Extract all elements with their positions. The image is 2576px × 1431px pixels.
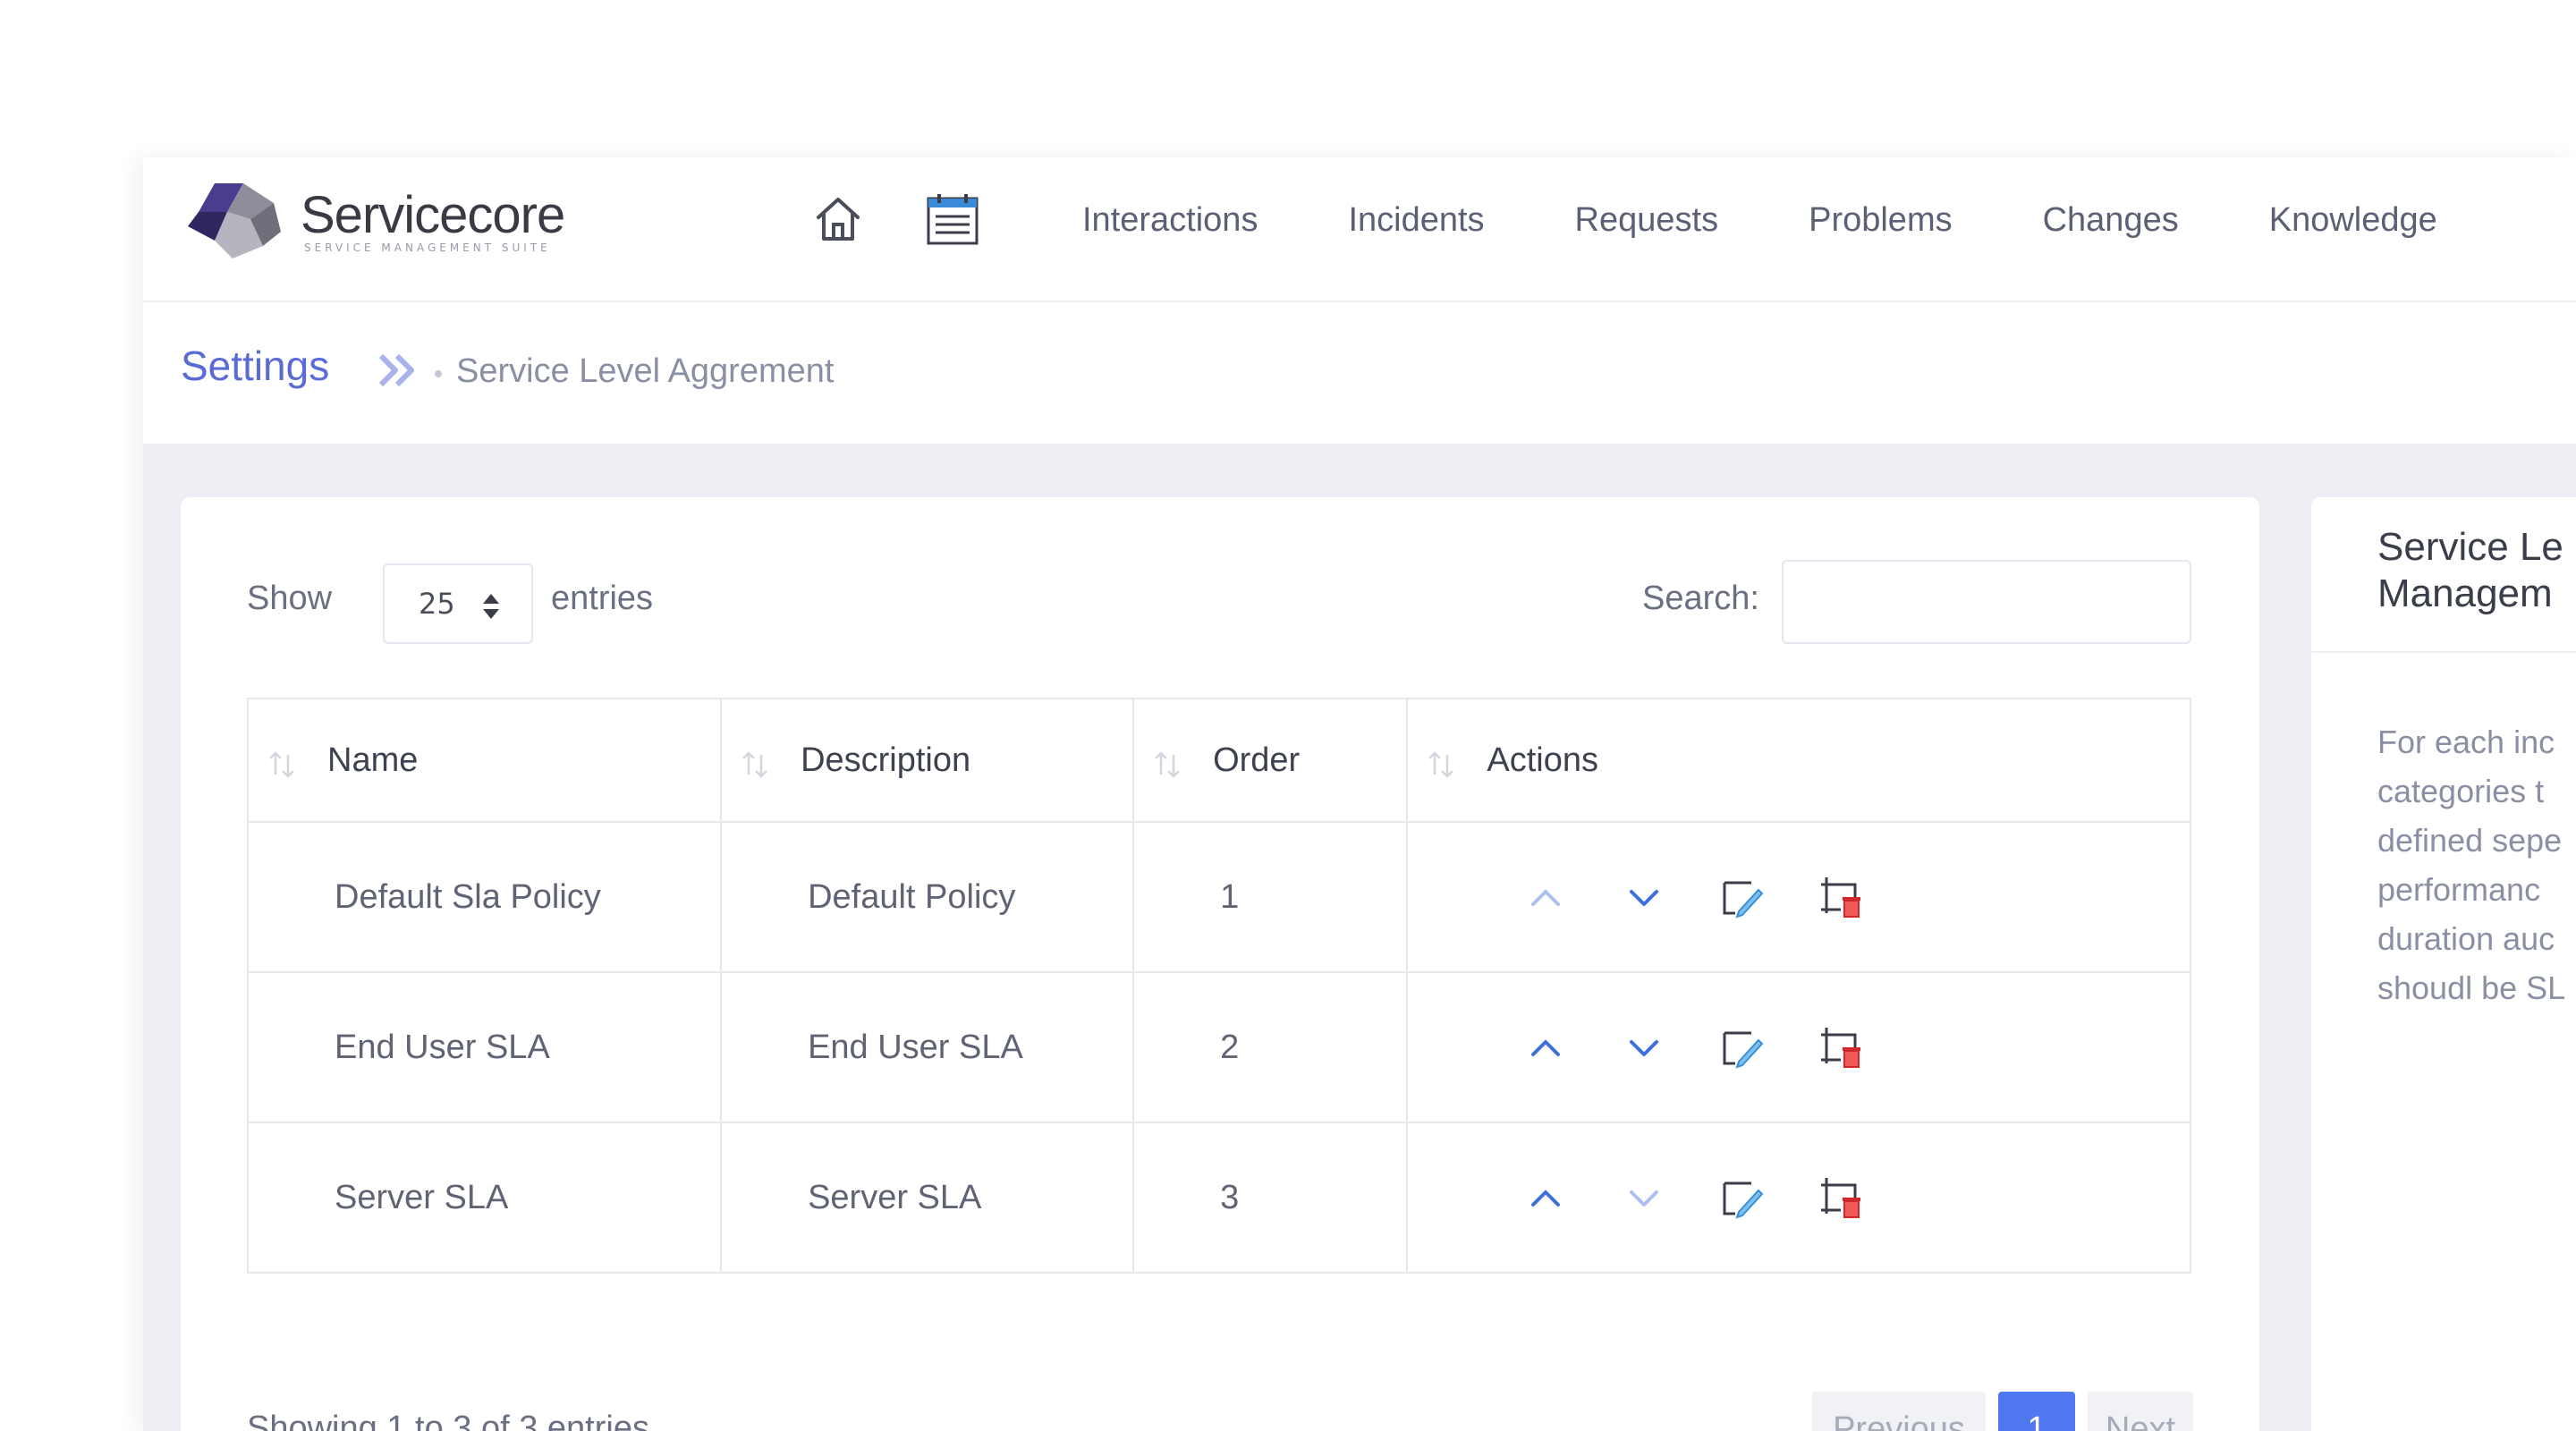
table-header-row: Name Description Order Actions	[246, 698, 2191, 823]
page-size-select[interactable]: 25	[383, 563, 533, 644]
table-row: End User SLA End User SLA 2	[246, 971, 2191, 1123]
sort-icon	[1428, 751, 1454, 778]
pagination: Previous 1 Next	[1812, 1392, 2193, 1431]
column-label: Name	[327, 741, 419, 779]
breadcrumb-settings-link[interactable]: Settings	[181, 342, 329, 390]
brand-logo[interactable]: Servicecore SERVICE MANAGEMENT SUITE	[188, 172, 565, 270]
delete-icon[interactable]	[1814, 1020, 1868, 1074]
column-label: Actions	[1487, 741, 1598, 779]
logo-icon	[188, 183, 281, 258]
column-label: Description	[801, 741, 971, 779]
cell-name: Default Sla Policy	[246, 821, 723, 973]
sort-icon	[742, 751, 767, 778]
page-1-button[interactable]: 1	[1998, 1392, 2075, 1431]
table-info: Showing 1 to 3 of 3 entries	[247, 1410, 649, 1431]
move-down-icon[interactable]	[1617, 870, 1671, 924]
move-up-icon[interactable]	[1519, 1171, 1572, 1224]
column-header-description[interactable]: Description	[720, 698, 1135, 823]
nav-changes[interactable]: Changes	[2043, 193, 2179, 247]
column-header-name[interactable]: Name	[246, 698, 723, 823]
cell-actions	[1406, 971, 2191, 1123]
move-up-icon[interactable]	[1519, 870, 1572, 924]
breadcrumb-current: Service Level Aggrement	[456, 352, 835, 390]
edit-icon[interactable]	[1716, 1020, 1769, 1074]
nav-knowledge[interactable]: Knowledge	[2269, 193, 2437, 247]
page-size-value: 25	[419, 587, 455, 621]
cell-actions	[1406, 821, 2191, 973]
delete-icon[interactable]	[1814, 870, 1868, 924]
search-input[interactable]	[1782, 560, 2191, 644]
cell-order: 1	[1132, 821, 1409, 973]
move-down-icon[interactable]	[1617, 1171, 1671, 1224]
previous-button[interactable]: Previous	[1812, 1392, 1986, 1431]
table-row: Server SLA Server SLA 3	[246, 1122, 2191, 1274]
edit-icon[interactable]	[1716, 870, 1769, 924]
sla-table-card: Show 25 entries Search: Name Description…	[181, 497, 2259, 1431]
brand-tagline: SERVICE MANAGEMENT SUITE	[304, 241, 551, 254]
table-row: Default Sla Policy Default Policy 1	[246, 821, 2191, 973]
side-panel-text: For each inc categories t defined sepe p…	[2377, 724, 2566, 1006]
column-header-actions[interactable]: Actions	[1406, 698, 2191, 823]
nav-requests[interactable]: Requests	[1575, 193, 1719, 247]
cell-name: End User SLA	[246, 971, 723, 1123]
entries-label: entries	[551, 580, 654, 617]
column-header-order[interactable]: Order	[1132, 698, 1409, 823]
brand-name: Servicecore	[301, 186, 565, 244]
nav-interactions[interactable]: Interactions	[1082, 193, 1258, 247]
select-arrows-icon	[483, 594, 499, 619]
move-up-icon[interactable]	[1519, 1020, 1572, 1074]
cell-actions	[1406, 1122, 2191, 1274]
breadcrumb-dot	[435, 370, 442, 377]
show-label: Show	[247, 580, 333, 617]
cell-description: Server SLA	[720, 1122, 1135, 1274]
next-button[interactable]: Next	[2088, 1392, 2193, 1431]
side-panel-title: Service Le Managem	[2377, 525, 2563, 615]
home-icon[interactable]	[809, 190, 868, 249]
cell-description: Default Policy	[720, 821, 1135, 973]
delete-icon[interactable]	[1814, 1171, 1868, 1224]
breadcrumb: Settings Service Level Aggrement	[143, 302, 2576, 444]
sort-icon	[269, 751, 294, 778]
info-side-panel: Service Le Managem For each inc categori…	[2311, 497, 2576, 1431]
cell-name: Server SLA	[246, 1122, 723, 1274]
move-down-icon[interactable]	[1617, 1020, 1671, 1074]
cell-order: 2	[1132, 971, 1409, 1123]
column-label: Order	[1213, 741, 1301, 779]
double-chevron-right-icon	[378, 353, 414, 387]
nav-incidents[interactable]: Incidents	[1348, 193, 1484, 247]
calendar-icon[interactable]	[923, 190, 982, 249]
side-panel-divider	[2311, 651, 2576, 653]
cell-description: End User SLA	[720, 971, 1135, 1123]
nav-problems[interactable]: Problems	[1809, 193, 1953, 247]
app-window: Servicecore SERVICE MANAGEMENT SUITE Int…	[143, 157, 2576, 1431]
top-navbar: Servicecore SERVICE MANAGEMENT SUITE Int…	[143, 157, 2576, 302]
cell-order: 3	[1132, 1122, 1409, 1274]
edit-icon[interactable]	[1716, 1171, 1769, 1224]
sort-icon	[1155, 751, 1180, 778]
main-nav: Interactions Incidents Requests Problems…	[1082, 193, 2528, 247]
search-label: Search:	[1642, 580, 1759, 617]
sla-table: Name Description Order Actions Default S…	[246, 698, 2191, 1274]
